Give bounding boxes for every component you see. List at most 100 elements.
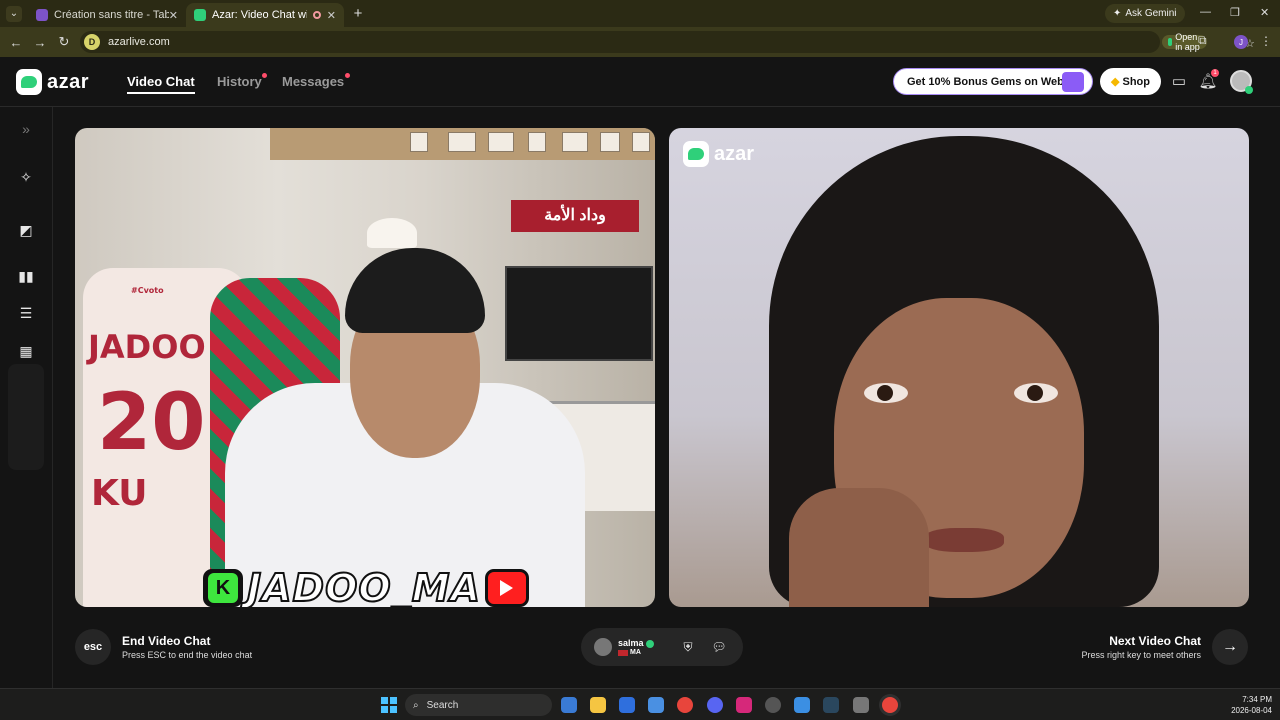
store-icon[interactable]	[648, 697, 664, 713]
notification-badge: 1	[1211, 69, 1219, 77]
gift-icon	[1062, 72, 1084, 92]
windows-taskbar: ⌕ Search 7:34 PM 2026-08-04	[0, 688, 1280, 720]
end-chat-title: End Video Chat	[122, 634, 211, 648]
peer-country: MA	[618, 649, 641, 656]
jersey-partial-text: KU	[91, 473, 148, 514]
minimize-icon[interactable]: —	[1200, 6, 1211, 18]
ask-gemini-label: Ask Gemini	[1125, 8, 1177, 19]
ask-gemini-button[interactable]: ✦ Ask Gemini	[1105, 4, 1185, 23]
peer-avatar[interactable]	[594, 638, 612, 656]
streamer-tag: K JADOO_MA	[203, 565, 529, 607]
kick-icon: K	[203, 569, 243, 607]
nav-history[interactable]: History	[217, 74, 262, 89]
inbox-icon[interactable]: ▭	[1169, 71, 1189, 91]
next-chat-arrow-icon[interactable]: →	[1212, 629, 1248, 665]
chrome-icon[interactable]	[677, 697, 693, 713]
chrome-active-icon[interactable]	[882, 697, 898, 713]
jersey-small-text: #Cvoto	[131, 286, 164, 295]
promo-label: Get 10% Bonus Gems on Web!	[907, 75, 1068, 88]
clock-date: 2026-08-04	[1231, 706, 1272, 715]
system-clock[interactable]: 7:34 PM 2026-08-04	[1222, 694, 1272, 716]
restore-icon[interactable]: ❐	[1230, 6, 1240, 19]
tab-search-icon[interactable]: ⌄	[6, 5, 22, 22]
gemini-icon: ✦	[1113, 8, 1122, 19]
app-icon	[1168, 38, 1173, 46]
app-icon[interactable]	[853, 697, 869, 713]
extensions-icon[interactable]: ⧉	[1198, 33, 1207, 48]
peer-name[interactable]: salma	[618, 638, 654, 648]
jersey-name: JADOO	[88, 328, 206, 366]
close-tab-icon[interactable]: ✕	[327, 9, 336, 22]
browser-menu-icon[interactable]: ⋮	[1260, 34, 1272, 48]
browser-profile-avatar[interactable]: J	[1234, 35, 1248, 49]
online-status-dot	[1245, 86, 1253, 94]
address-bar-row: ← → ↻ D azarlive.com Open in app ☆	[0, 27, 1280, 57]
azar-logo-icon	[16, 69, 42, 95]
logo-text: azar	[47, 70, 90, 93]
app-icon[interactable]	[794, 697, 810, 713]
window-close-icon[interactable]: ✕	[1260, 6, 1269, 19]
nav-video-chat[interactable]: Video Chat	[127, 74, 195, 94]
steam-icon[interactable]	[823, 697, 839, 713]
file-explorer-icon[interactable]	[590, 697, 606, 713]
youtube-icon	[484, 569, 529, 607]
layout-grid-icon[interactable]: ▦	[14, 339, 38, 363]
jersey-number: 20	[97, 378, 206, 468]
magic-wand-icon[interactable]: ✧	[14, 165, 38, 189]
forward-icon[interactable]: →	[28, 35, 52, 50]
layout-stacked-icon[interactable]: ☰	[14, 301, 38, 325]
beanie	[345, 248, 485, 333]
discord-icon[interactable]	[707, 697, 723, 713]
browser-tab-strip: ⌄ Création sans titre - Tableau bla ✕ Az…	[0, 0, 1280, 27]
search-icon: ⌕	[413, 699, 419, 711]
shop-button[interactable]: ◆ Shop	[1100, 68, 1161, 95]
left-sidebar: » ✧ ◩ ▮▮ ☰ ▦	[0, 107, 53, 688]
mail-icon[interactable]	[619, 697, 635, 713]
reload-icon[interactable]: ↻	[52, 34, 76, 50]
morocco-flag-icon	[618, 649, 628, 656]
streamer-name: JADOO_MA	[246, 565, 481, 607]
end-chat-subtitle: Press ESC to end the video chat	[122, 650, 253, 660]
close-tab-icon[interactable]: ✕	[169, 9, 178, 22]
back-icon[interactable]: ←	[4, 35, 28, 50]
app-header: azar Video Chat History Messages Get 10%…	[0, 57, 1280, 107]
scarf: وداد الأمة	[511, 200, 639, 232]
next-chat-subtitle: Press right key to meet others	[1081, 650, 1201, 660]
taskbar-search[interactable]: ⌕ Search	[405, 694, 552, 716]
peer-hand	[789, 488, 929, 607]
clock-time: 7:34 PM	[1242, 695, 1272, 704]
recording-icon	[312, 11, 321, 19]
tv-screen	[505, 266, 653, 361]
tab-favicon	[194, 9, 206, 21]
azar-watermark: azar	[683, 141, 754, 167]
photo-shelf	[270, 128, 655, 160]
shop-label: Shop	[1122, 75, 1150, 88]
report-shield-icon[interactable]: ⛨	[679, 638, 697, 656]
layout-side-by-side-icon[interactable]: ▮▮	[14, 264, 38, 288]
browser-tab-1[interactable]: Création sans titre - Tableau bla ✕	[28, 3, 186, 27]
tab-title: Création sans titre - Tableau bla	[54, 9, 169, 21]
browser-tab-2[interactable]: Azar: Video Chat with New ✕	[186, 3, 344, 27]
tab-title: Azar: Video Chat with New	[212, 9, 307, 21]
url-text[interactable]: azarlive.com	[108, 36, 170, 48]
end-chat-button[interactable]: esc	[75, 629, 111, 665]
peer-lips	[924, 528, 1004, 552]
chat-bubble-icon[interactable]: 💬︎	[710, 638, 728, 656]
peer-info-pill: salma MA ⛨ 💬︎	[581, 628, 743, 666]
new-tab-icon[interactable]: +	[348, 5, 368, 22]
expand-icon[interactable]: »	[14, 117, 38, 141]
azar-logo[interactable]: azar	[16, 69, 89, 95]
windows-start-icon[interactable]	[381, 697, 397, 713]
remote-video-feed: azar	[669, 128, 1249, 607]
lamp	[367, 218, 417, 248]
instagram-icon[interactable]	[736, 697, 752, 713]
bonus-gems-promo-button[interactable]: Get 10% Bonus Gems on Web!	[893, 68, 1093, 95]
peer-eye-right	[1014, 383, 1058, 403]
effects-icon[interactable]: ◩	[14, 218, 38, 242]
search-label: Search	[426, 699, 459, 711]
omnibox[interactable]: D azarlive.com Open in app ☆	[80, 31, 1255, 53]
widgets-icon[interactable]	[561, 697, 577, 713]
app-icon[interactable]	[765, 697, 781, 713]
site-info-icon[interactable]: D	[84, 34, 100, 50]
nav-messages[interactable]: Messages	[282, 74, 344, 89]
